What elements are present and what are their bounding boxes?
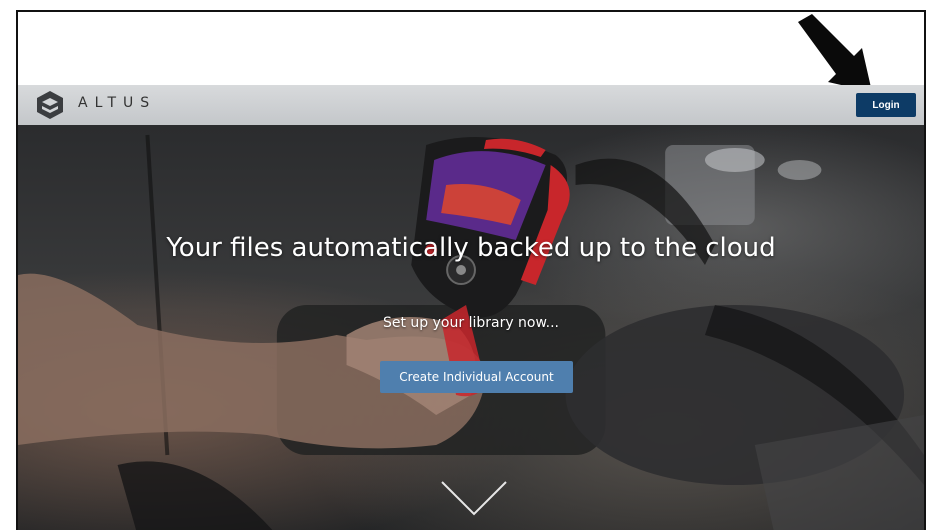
brand-name[interactable]: ALTUS <box>78 95 156 111</box>
top-navbar: ALTUS Login <box>18 85 924 126</box>
browser-frame: ALTUS Login Your files automatically bac… <box>16 10 926 530</box>
chevron-down-icon[interactable] <box>440 480 508 520</box>
hero-headline: Your files automatically backed up to th… <box>166 233 776 263</box>
create-individual-account-button[interactable]: Create Individual Account <box>380 361 573 393</box>
pointer-arrow-icon <box>798 14 872 92</box>
hero-subline: Set up your library now... <box>382 315 560 331</box>
hero-banner: Your files automatically backed up to th… <box>18 125 924 530</box>
altus-logo-icon[interactable] <box>35 90 65 120</box>
login-button[interactable]: Login <box>856 93 916 117</box>
